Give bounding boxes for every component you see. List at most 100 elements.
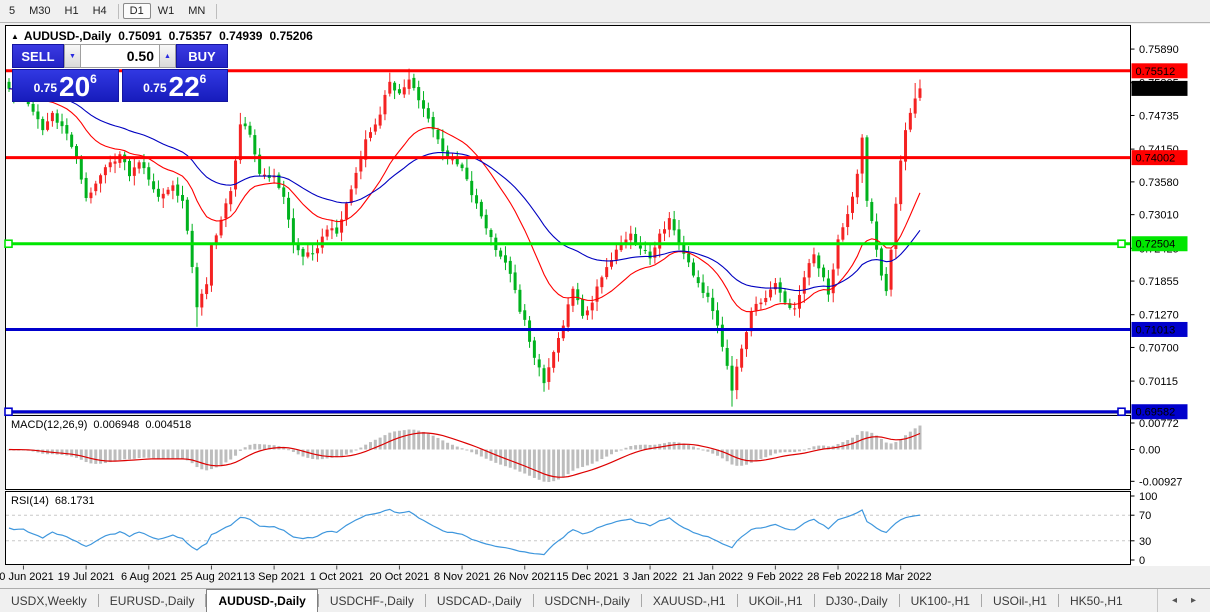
candle-body bbox=[484, 214, 488, 229]
symbol-tab-usdcad-daily[interactable]: USDCAD-,Daily bbox=[426, 589, 533, 612]
macd-histogram-bar bbox=[224, 449, 228, 463]
candle-body bbox=[754, 303, 758, 311]
timeframe-button-m30[interactable]: M30 bbox=[22, 3, 57, 19]
candle-body bbox=[822, 267, 826, 278]
candle-body bbox=[696, 277, 700, 284]
candle-body bbox=[658, 233, 662, 249]
symbol-tab-ukoil-h1[interactable]: UKOil-,H1 bbox=[738, 589, 814, 612]
macd-histogram-bar bbox=[128, 449, 131, 460]
macd-histogram-bar bbox=[585, 449, 589, 466]
tab-scroll-right-icon[interactable]: ▸ bbox=[1191, 595, 1196, 606]
macd-axis-label: 0.00772 bbox=[1139, 418, 1179, 430]
tab-scroll-left-icon[interactable]: ◂ bbox=[1172, 595, 1177, 606]
hline-handle[interactable] bbox=[1117, 407, 1126, 417]
symbol-tab-dj30-daily[interactable]: DJ30-,Daily bbox=[815, 589, 899, 612]
symbol-tab-hk50-h1[interactable]: HK50-,H1 bbox=[1059, 589, 1134, 612]
macd-histogram-bar bbox=[238, 449, 242, 451]
macd-histogram-bar bbox=[528, 449, 532, 476]
symbol-tab-usdcnh-daily[interactable]: USDCNH-,Daily bbox=[534, 589, 641, 612]
macd-histogram-bar bbox=[904, 435, 908, 450]
candle-body bbox=[566, 304, 570, 327]
hline-handle[interactable] bbox=[4, 239, 13, 249]
price-badge-label: 0.72504 bbox=[1136, 239, 1176, 251]
symbol-tab-usdchf-daily[interactable]: USDCHF-,Daily bbox=[319, 589, 425, 612]
symbol-tab-eurusd-daily[interactable]: EURUSD-,Daily bbox=[99, 589, 206, 612]
candle-body bbox=[41, 118, 45, 131]
price-badge-label: 0.69582 bbox=[1136, 407, 1176, 419]
macd-histogram-bar bbox=[547, 449, 551, 482]
candle-body bbox=[769, 289, 773, 298]
macd-histogram-bar bbox=[60, 449, 64, 455]
macd-histogram-bar bbox=[147, 449, 151, 458]
macd-histogram-bar bbox=[687, 444, 691, 450]
candle-body bbox=[884, 273, 888, 292]
macd-histogram-bar bbox=[407, 429, 411, 450]
candle-body bbox=[65, 125, 69, 134]
candle-body bbox=[556, 338, 560, 353]
macd-histogram-bar bbox=[287, 449, 291, 451]
hline-handle[interactable] bbox=[4, 407, 13, 417]
macd-histogram-bar bbox=[783, 449, 787, 453]
candle-body bbox=[677, 229, 681, 243]
macd-histogram-bar bbox=[894, 442, 898, 450]
buy-price-button[interactable]: 0.75 22 6 bbox=[121, 69, 228, 102]
rsi-axis-label: 0 bbox=[1139, 555, 1145, 567]
macd-histogram-bar bbox=[610, 449, 613, 455]
symbol-tab-uk100-h1[interactable]: UK100-,H1 bbox=[900, 589, 981, 612]
timeframe-button-mn[interactable]: MN bbox=[181, 3, 212, 19]
symbol-tab-xauusd-h1[interactable]: XAUUSD-,H1 bbox=[642, 589, 737, 612]
volume-increase-button[interactable]: ▲ bbox=[159, 44, 176, 68]
timeframe-button-w1[interactable]: W1 bbox=[151, 3, 182, 19]
macd-histogram-bar bbox=[740, 449, 744, 466]
macd-histogram-bar bbox=[672, 441, 676, 450]
macd-histogram-bar bbox=[123, 449, 127, 460]
candle-body bbox=[701, 282, 705, 293]
date-tick-label: 6 Aug 2021 bbox=[121, 571, 177, 583]
symbol-tab-usdx-weekly[interactable]: USDX,Weekly bbox=[0, 589, 98, 612]
candle-body bbox=[108, 162, 112, 168]
macd-histogram-bar bbox=[865, 431, 869, 450]
sell-button[interactable]: SELL bbox=[12, 44, 64, 68]
macd-histogram-bar bbox=[166, 449, 170, 460]
macd-histogram-bar bbox=[793, 449, 797, 453]
candle-body bbox=[195, 267, 199, 308]
buy-price-prefix: 0.75 bbox=[143, 81, 167, 95]
symbol-tab-audusd-daily[interactable]: AUDUSD-,Daily bbox=[206, 589, 318, 612]
candle-body bbox=[402, 87, 406, 95]
volume-field[interactable]: 0.50 bbox=[81, 44, 159, 68]
timeframe-button-5[interactable]: 5 bbox=[2, 3, 22, 19]
candle-body bbox=[378, 114, 382, 126]
candle-body bbox=[817, 255, 821, 269]
macd-histogram-bar bbox=[561, 449, 565, 478]
timeframe-button-h4[interactable]: H4 bbox=[86, 3, 114, 19]
volume-decrease-button[interactable]: ▼ bbox=[64, 44, 81, 68]
macd-histogram-bar bbox=[320, 449, 324, 460]
candle-body bbox=[253, 135, 257, 155]
rsi-axis-label: 30 bbox=[1139, 536, 1151, 548]
buy-button[interactable]: BUY bbox=[176, 44, 228, 68]
candle-body bbox=[831, 269, 835, 294]
candle-body bbox=[412, 77, 416, 89]
candle-body bbox=[860, 137, 864, 174]
symbol-tab-usoil-h1[interactable]: USOil-,H1 bbox=[982, 589, 1058, 612]
candle-body bbox=[730, 365, 734, 391]
timeframe-button-h1[interactable]: H1 bbox=[58, 3, 86, 19]
candle-body bbox=[552, 352, 556, 368]
candle-body bbox=[89, 192, 93, 199]
macd-histogram-bar bbox=[889, 443, 893, 450]
date-tick-label: 9 Feb 2022 bbox=[748, 571, 804, 583]
candle-body bbox=[807, 263, 811, 278]
price-tick-label: 0.70700 bbox=[1139, 342, 1179, 354]
sell-price-button[interactable]: 0.75 20 6 bbox=[12, 69, 119, 102]
macd-histogram-bar bbox=[446, 442, 450, 450]
macd-histogram-bar bbox=[764, 449, 768, 458]
macd-histogram-bar bbox=[706, 449, 710, 452]
candle-body bbox=[687, 253, 691, 263]
price-tick-label: 0.71270 bbox=[1139, 310, 1179, 322]
macd-histogram-bar bbox=[518, 449, 522, 472]
hline-handle[interactable] bbox=[1117, 239, 1126, 249]
macd-histogram-bar bbox=[918, 425, 922, 450]
macd-histogram-bar bbox=[788, 449, 792, 453]
timeframe-button-d1[interactable]: D1 bbox=[122, 3, 151, 19]
macd-histogram-bar bbox=[253, 443, 257, 450]
